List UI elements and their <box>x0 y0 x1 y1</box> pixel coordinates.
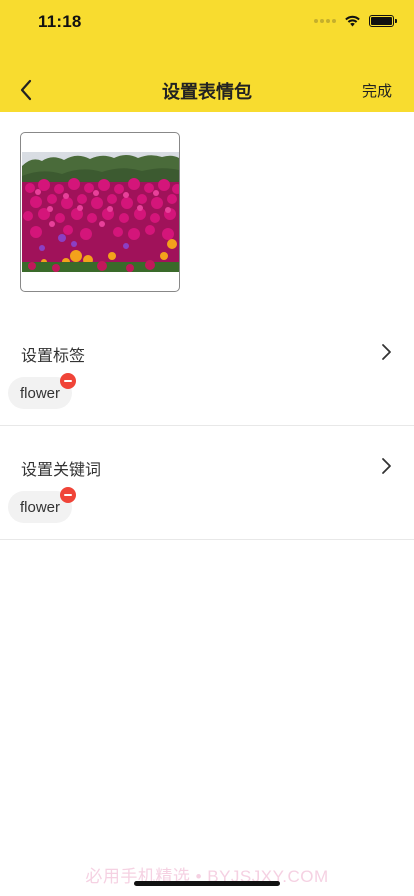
wifi-icon <box>345 15 360 27</box>
tag-chip-label: flower <box>20 384 61 402</box>
done-button[interactable]: 完成 <box>362 80 392 101</box>
battery-icon <box>369 14 397 27</box>
remove-tag-button[interactable] <box>60 373 76 389</box>
page-title: 设置表情包 <box>162 82 252 102</box>
home-indicator[interactable] <box>134 881 280 886</box>
divider <box>0 539 414 540</box>
remove-keyword-button[interactable] <box>60 487 76 503</box>
minus-icon <box>64 380 72 382</box>
chevron-right-icon <box>382 458 391 474</box>
minus-icon <box>64 494 72 496</box>
chevron-left-icon <box>20 79 32 101</box>
header-bar: 11:18 设置表情包 完成 <box>0 0 414 112</box>
battery-fill <box>371 16 392 25</box>
set-keywords-row[interactable]: 设置关键词 <box>0 446 414 486</box>
cellular-signal-icon <box>314 18 336 23</box>
flower-photo <box>22 152 179 272</box>
set-keywords-label: 设置关键词 <box>21 462 102 479</box>
status-indicators <box>314 14 397 27</box>
sticker-image-preview[interactable] <box>20 132 180 292</box>
back-button[interactable] <box>12 76 40 104</box>
set-tags-label: 设置标签 <box>21 348 86 365</box>
chevron-right-icon <box>382 344 391 360</box>
status-time: 11:18 <box>38 12 82 31</box>
keyword-chip-label: flower <box>20 498 61 516</box>
divider <box>0 425 414 426</box>
set-tags-row[interactable]: 设置标签 <box>0 332 414 372</box>
